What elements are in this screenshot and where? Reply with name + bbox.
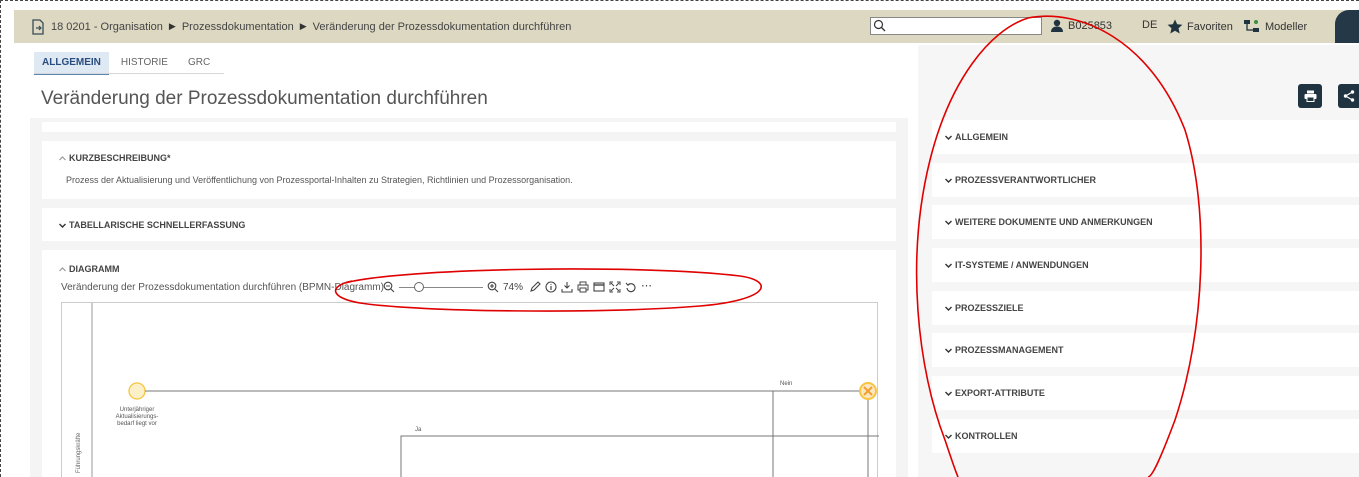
section-title: KURZBESCHREIBUNG* (69, 153, 171, 163)
section-tabellarische-schnellerfassung: TABELLARISCHE SCHNELLERFASSUNG (42, 208, 896, 241)
bpmn-diagram: Führungskräfte Unterjähriger Aktualisier… (76, 303, 879, 477)
print-button[interactable] (1298, 84, 1322, 108)
more-options-icon[interactable]: ⋯ (641, 281, 652, 293)
chevron-down-icon (945, 220, 952, 225)
breadcrumb-separator-icon: ▶ (299, 21, 307, 31)
accordion-prozessziele[interactable]: PROZESSZIELE (932, 291, 1359, 325)
favorites-button[interactable]: Favoriten (1167, 19, 1233, 34)
modeller-button[interactable]: Modeller (1243, 19, 1307, 34)
info-icon[interactable] (545, 281, 557, 293)
section-header-tabellarisch[interactable]: TABELLARISCHE SCHNELLERFASSUNG (58, 220, 245, 230)
kurzbeschreibung-text: Prozess der Aktualisierung und Veröffent… (66, 175, 573, 185)
breadcrumb: 18 0201 - Organisation ▶ Prozessdokument… (14, 18, 572, 35)
tab-allgemein[interactable]: ALLGEMEIN (34, 52, 109, 75)
sequence-flow (400, 435, 879, 477)
accordion-kontrollen[interactable]: KONTROLLEN (932, 419, 1359, 453)
flow-label-nein: Nein (780, 381, 792, 387)
chevron-down-icon (59, 223, 66, 228)
window-icon[interactable] (593, 281, 605, 293)
download-icon[interactable] (561, 281, 573, 293)
zoom-level: 74% (503, 281, 524, 293)
section-kurzbeschreibung: KURZBESCHREIBUNG* Prozess der Aktualisie… (42, 141, 896, 199)
tab-bar: ALLGEMEIN HISTORIE GRC (34, 52, 222, 75)
tab-grc[interactable]: GRC (180, 52, 218, 75)
section-header-kurzbeschreibung[interactable]: KURZBESCHREIBUNG* (58, 153, 171, 163)
start-event-label-1: Unterjähriger (120, 407, 155, 413)
accordion-export-attribute[interactable]: EXPORT-ATTRIBUTE (932, 376, 1359, 410)
tab-historie[interactable]: HISTORIE (113, 52, 176, 75)
user-id: B025853 (1068, 19, 1113, 32)
document-icon (32, 18, 44, 35)
lane-label: Führungskräfte (76, 432, 82, 473)
fullscreen-icon[interactable] (609, 281, 621, 293)
tab-divider (34, 73, 224, 74)
search-input[interactable] (889, 19, 1039, 33)
chevron-down-icon (945, 263, 952, 268)
breadcrumb-separator-icon: ▶ (168, 21, 176, 31)
share-button[interactable] (1338, 84, 1359, 108)
zoom-out-icon[interactable] (383, 281, 395, 293)
chevron-up-icon (59, 266, 66, 271)
accordion-label: WEITERE DOKUMENTE UND ANMERKUNGEN (955, 217, 1153, 227)
language-label: DE (1142, 19, 1158, 31)
accordion-label: IT-SYSTEME / ANWENDUNGEN (955, 260, 1089, 270)
breadcrumb-item-current: Veränderung der Prozessdokumentation dur… (312, 20, 572, 33)
accordion-it-systeme[interactable]: IT-SYSTEME / ANWENDUNGEN (932, 248, 1359, 282)
start-event[interactable] (128, 382, 146, 400)
chevron-down-icon (945, 306, 952, 311)
chevron-up-icon (59, 155, 66, 160)
search-icon[interactable] (873, 19, 886, 32)
chevron-down-icon (945, 391, 952, 396)
chevron-down-icon (945, 348, 952, 353)
top-bar: 18 0201 - Organisation ▶ Prozessdokument… (14, 10, 1359, 43)
reset-icon[interactable] (625, 281, 637, 293)
accordion-label: KONTROLLEN (955, 431, 1018, 441)
share-icon (1343, 90, 1354, 102)
star-icon (1167, 19, 1183, 34)
modeller-icon (1244, 20, 1259, 32)
zoom-slider[interactable] (399, 281, 483, 293)
search-box (870, 17, 1042, 35)
flow-label-ja: Ja (415, 427, 422, 433)
section-header-diagramm[interactable]: DIAGRAMM (58, 264, 120, 274)
start-event-label-2: Aktualisierungs- (116, 414, 159, 420)
bpmn-diagram-canvas[interactable]: Führungskräfte Unterjähriger Aktualisier… (61, 302, 879, 477)
user-menu[interactable]: B025853 (1050, 19, 1112, 32)
accordion-label: PROZESSMANAGEMENT (955, 345, 1064, 355)
accordion-weitere-dokumente[interactable]: WEITERE DOKUMENTE UND ANMERKUNGEN (932, 205, 1359, 239)
edit-icon[interactable] (529, 281, 541, 293)
zoom-slider-track (399, 287, 483, 288)
section-title: DIAGRAMM (69, 264, 120, 274)
accordion-label: EXPORT-ATTRIBUTE (955, 388, 1045, 398)
print-icon[interactable] (577, 281, 589, 293)
language-switch[interactable]: DE (1142, 19, 1157, 31)
breadcrumb-item-org[interactable]: 18 0201 - Organisation (51, 21, 163, 33)
accordion-prozessverantwortlicher[interactable]: PROZESSVERANTWORTLICHER (932, 163, 1359, 197)
start-event-label-3: bedarf liegt vor (117, 421, 157, 427)
chevron-down-icon (945, 434, 952, 439)
top-card-strip (42, 122, 896, 132)
diagram-toolbar: 74% ⋯ (383, 280, 656, 294)
diagram-caption: Veränderung der Prozessdokumentation dur… (61, 282, 384, 293)
section-title: TABELLARISCHE SCHNELLERFASSUNG (69, 220, 246, 230)
favorites-label: Favoriten (1187, 20, 1233, 33)
accordion-label: ALLGEMEIN (955, 132, 1008, 142)
modeller-label: Modeller (1265, 20, 1308, 33)
print-icon (1304, 90, 1316, 102)
accordion-label: PROZESSVERANTWORTLICHER (955, 175, 1097, 185)
user-icon (1051, 19, 1063, 32)
accordion-allgemein[interactable]: ALLGEMEIN (932, 120, 1359, 154)
page-title: Veränderung der Prozessdokumentation dur… (41, 88, 488, 109)
breadcrumb-item-prozessdoku[interactable]: Prozessdokumentation (182, 21, 294, 33)
zoom-slider-handle[interactable] (413, 282, 424, 292)
zoom-in-icon[interactable] (487, 281, 499, 293)
chevron-down-icon (945, 178, 952, 183)
header-corner-decoration (1335, 10, 1359, 43)
accordion-label: PROZESSZIELE (955, 303, 1024, 313)
chevron-down-icon (945, 135, 952, 140)
accordion-prozessmanagement[interactable]: PROZESSMANAGEMENT (932, 333, 1359, 367)
